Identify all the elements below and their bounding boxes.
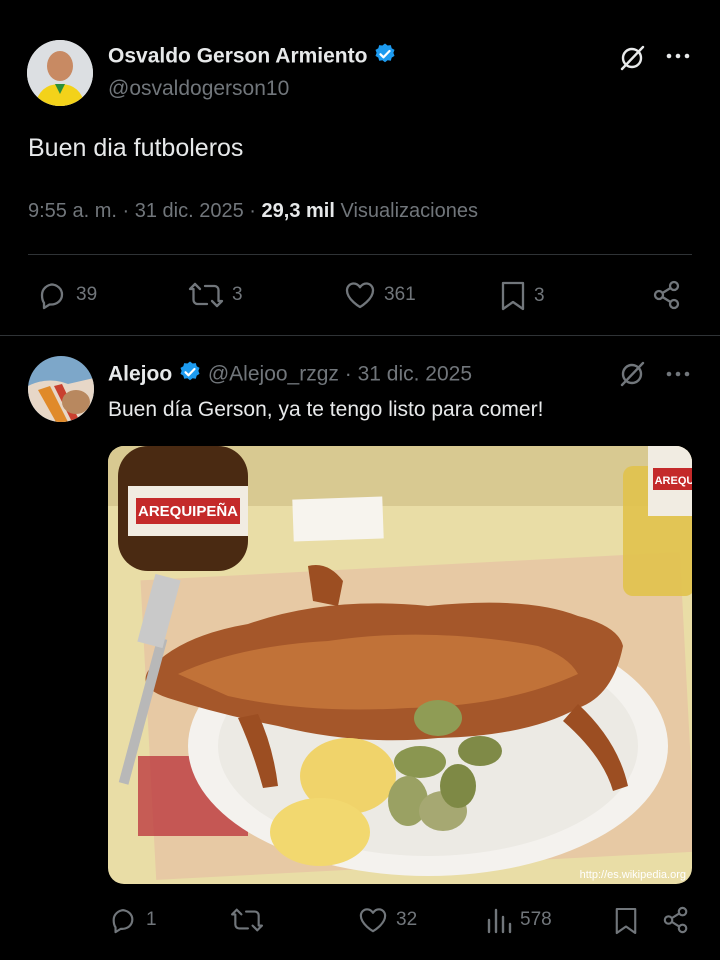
post-text: Buen dia futboleros <box>28 134 244 162</box>
author-name[interactable]: Osvaldo Gerson Armiento <box>108 45 367 68</box>
repost-icon <box>230 906 264 934</box>
author-avatar[interactable] <box>27 40 93 106</box>
bookmark-icon[interactable] <box>614 906 638 936</box>
repost-button[interactable]: 3 <box>188 280 243 310</box>
reply-author-avatar[interactable] <box>28 356 94 422</box>
repost-count: 3 <box>232 284 243 305</box>
meta-separator: · <box>344 362 352 386</box>
reply-button[interactable]: 39 <box>36 280 97 310</box>
views-button[interactable]: 578 <box>486 906 552 934</box>
post-time[interactable]: 9:55 a. m. <box>28 200 117 222</box>
reply-author-handle[interactable]: @Alejoo_rzgz <box>208 363 339 386</box>
more-options-icon[interactable] <box>666 52 690 60</box>
verified-badge-icon <box>373 42 397 72</box>
post-meta: 9:55 a. m. · 31 dic. 2025 · 29,3 mil Vis… <box>28 200 478 223</box>
reply-button[interactable]: 1 <box>108 906 157 934</box>
post-date[interactable]: 31 dic. 2025 <box>135 200 244 222</box>
reply-header: Alejoo @Alejoo_rzgz · 31 dic. 2025 <box>108 360 472 390</box>
like-count: 32 <box>396 909 418 930</box>
share-icon[interactable] <box>652 280 682 310</box>
bookmark-icon <box>500 280 526 312</box>
grok-icon[interactable] <box>618 360 646 388</box>
like-button[interactable]: 361 <box>344 280 416 310</box>
reply-icon <box>36 280 68 310</box>
author-name-row: Osvaldo Gerson Armiento <box>108 42 397 72</box>
heart-icon <box>344 280 376 310</box>
views-count: 29,3 mil <box>261 200 335 222</box>
section-divider <box>0 335 720 336</box>
reply-count: 39 <box>76 284 98 305</box>
reply-icon <box>108 906 138 934</box>
meta-separator: · <box>122 200 130 222</box>
divider <box>28 254 692 255</box>
reply-text: Buen día Gerson, ya te tengo listo para … <box>108 398 544 421</box>
heart-icon <box>358 906 388 934</box>
views-count: 578 <box>520 909 552 930</box>
like-count: 361 <box>384 284 416 305</box>
bottle-label-right: AREQUI <box>655 475 692 487</box>
repost-button[interactable] <box>230 906 264 934</box>
reply-count: 1 <box>146 909 157 930</box>
image-caption: http://es.wikipedia.org <box>580 869 686 881</box>
analytics-icon <box>486 906 512 934</box>
bookmark-button[interactable]: 3 <box>500 280 545 312</box>
more-options-icon[interactable] <box>666 370 690 378</box>
grok-icon[interactable] <box>618 44 646 72</box>
reply-date[interactable]: 31 dic. 2025 <box>358 363 472 386</box>
views-label: Visualizaciones <box>340 200 478 222</box>
meta-separator: · <box>249 200 256 222</box>
share-icon[interactable] <box>662 906 690 934</box>
bottle-label: AREQUIPEÑA <box>138 502 238 520</box>
verified-badge-icon <box>178 360 202 390</box>
reply-media-image[interactable]: AREQUIPEÑA AREQUI http://es.wikipedia.or… <box>108 446 692 884</box>
author-handle[interactable]: @osvaldogerson10 <box>108 77 289 101</box>
like-button[interactable]: 32 <box>358 906 417 934</box>
bookmark-count: 3 <box>534 285 545 306</box>
repost-icon <box>188 280 224 310</box>
reply-author-name[interactable]: Alejoo <box>108 363 172 386</box>
